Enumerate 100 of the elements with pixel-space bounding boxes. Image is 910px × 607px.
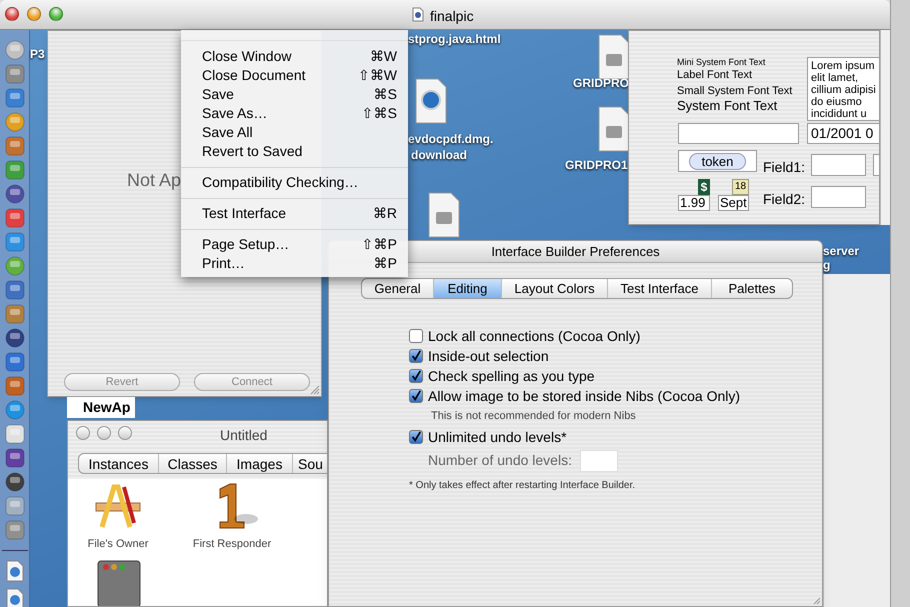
checkbox-label[interactable]: Unlimited undo levels* <box>428 426 567 448</box>
app-icon[interactable] <box>5 88 25 108</box>
checkbox-label[interactable]: Allow image to be stored inside Nibs (Cocoa Only) <box>428 386 740 406</box>
disk-image-icon[interactable] <box>428 192 460 238</box>
menu-item[interactable]: Close Window ⌘W <box>181 47 408 66</box>
menu-item[interactable]: Save As… ⇧⌘S <box>181 104 408 123</box>
keyboard-shortcut: ⇧⌘P <box>362 235 397 254</box>
menu-item[interactable]: Compatibility Checking… <box>181 173 408 192</box>
minimize-button[interactable] <box>27 7 41 21</box>
app-icon[interactable] <box>5 232 25 252</box>
checkbox[interactable] <box>409 329 423 343</box>
app-icon[interactable] <box>5 352 25 372</box>
date-formatter-field[interactable]: Sept <box>718 195 749 211</box>
app-icon[interactable] <box>5 376 25 396</box>
text-field[interactable] <box>678 123 799 144</box>
app-icon[interactable] <box>5 64 25 84</box>
field-label: Field1: <box>763 158 806 177</box>
window-icon[interactable] <box>96 559 142 606</box>
window-title: Untitled <box>220 426 268 445</box>
menu-item[interactable]: Close Document ⇧⌘W <box>181 66 408 85</box>
checkbox-label[interactable]: Lock all connections (Cocoa Only) <box>428 326 640 346</box>
desktop-icon-label[interactable]: download <box>411 146 467 164</box>
hint-text: This is not recommended for modern Nibs <box>430 409 637 424</box>
text-view: Lorem ipsum elit lamet, cillium adipisi do eiusmo incididunt u <box>807 57 879 121</box>
tab[interactable]: Test Interface <box>608 279 712 298</box>
zoom-button[interactable] <box>49 7 63 21</box>
close-button[interactable] <box>5 7 19 21</box>
font-sample-text: Mini System Font Text <box>677 58 766 67</box>
menu-item-label[interactable]: Save <box>202 84 234 105</box>
disk-image-icon[interactable] <box>598 34 630 80</box>
menu-item[interactable]: Print… ⌘P <box>181 254 408 273</box>
menu-item-label[interactable]: Save As… <box>202 103 268 124</box>
app-icon[interactable] <box>5 424 25 444</box>
keyboard-shortcut: ⌘R <box>372 204 397 223</box>
checkbox[interactable] <box>409 389 423 403</box>
currency-badge: $ <box>698 179 710 195</box>
desktop-icon-label[interactable]: GRIDPRO1 <box>565 156 628 174</box>
menu-item-label[interactable]: Test Interface <box>202 203 286 224</box>
tab[interactable]: Editing <box>434 279 502 298</box>
resize-grip-icon[interactable] <box>310 385 320 395</box>
tab[interactable]: Palettes <box>712 279 792 298</box>
document-icon[interactable] <box>415 78 447 124</box>
token[interactable]: token <box>688 152 746 170</box>
checkbox[interactable] <box>409 430 423 444</box>
scroll-bar[interactable] <box>880 30 890 225</box>
tab[interactable]: Layout Colors <box>502 279 608 298</box>
placeholder-text: Not Ap <box>127 169 182 192</box>
date-field[interactable]: 01/2001 0 <box>807 123 879 144</box>
disk-image-icon[interactable] <box>598 106 630 152</box>
menu-item[interactable]: Test Interface ⌘R <box>181 204 408 223</box>
icon-label[interactable]: First Responder <box>192 536 272 552</box>
tab[interactable]: Classes <box>159 454 227 473</box>
app-icon[interactable] <box>5 136 25 156</box>
icon-label[interactable]: File's Owner <box>88 536 148 552</box>
window-title: finalpic <box>430 7 474 26</box>
font-sample-text: System Font Text <box>677 99 778 112</box>
app-icon[interactable] <box>5 160 25 180</box>
menu-item[interactable]: Page Setup… ⇧⌘P <box>181 235 408 254</box>
menu-item-label[interactable]: Close Window <box>202 46 292 67</box>
app-icon[interactable] <box>5 520 25 540</box>
menu-item-label[interactable]: Print… <box>202 253 245 274</box>
app-icon[interactable] <box>5 208 25 228</box>
menu-item[interactable]: Save All <box>181 123 408 142</box>
menu-item-label[interactable]: Revert to Saved <box>202 141 302 162</box>
desktop-icon-label[interactable]: evdocpdf.dmg. <box>408 130 494 148</box>
field-label: Field2: <box>763 190 806 209</box>
checkbox-label[interactable]: Inside-out selection <box>428 346 549 366</box>
number-field[interactable] <box>580 450 618 472</box>
checkbox[interactable] <box>409 349 423 363</box>
desktop-icon-label[interactable]: stprog.java.html <box>408 30 501 48</box>
tab[interactable]: Images <box>227 454 293 473</box>
font-sample-text: Label Font Text <box>677 70 752 81</box>
app-icon[interactable] <box>5 496 25 516</box>
menu-item[interactable]: Revert to Saved <box>181 142 408 161</box>
desktop-icon-label[interactable]: GRIDPRO <box>573 74 630 92</box>
checkbox-label[interactable]: Check spelling as you type <box>428 366 595 386</box>
tab[interactable]: Instances <box>79 454 159 473</box>
keyboard-shortcut: ⇧⌘W <box>358 66 397 85</box>
app-icon[interactable] <box>5 280 25 300</box>
document-icon <box>412 7 424 22</box>
keyboard-shortcut: ⌘S <box>374 85 397 104</box>
document-icon[interactable] <box>6 588 24 607</box>
number-formatter-field[interactable]: 1.99 <box>678 195 710 211</box>
document-icon[interactable] <box>6 560 24 582</box>
field-label: Number of undo levels: <box>428 451 572 470</box>
resize-grip-icon[interactable] <box>813 597 821 605</box>
menu-item-label[interactable]: Page Setup… <box>202 234 290 255</box>
menu-item-label[interactable]: Compatibility Checking… <box>202 172 358 193</box>
app-icon[interactable] <box>5 448 25 468</box>
ruler-pencil-icon[interactable] <box>94 483 142 529</box>
checkbox[interactable] <box>409 369 423 383</box>
name-field[interactable]: NewAp <box>67 397 135 418</box>
menu-item[interactable]: Save ⌘S <box>181 85 408 104</box>
text-field[interactable] <box>811 186 866 208</box>
app-icon[interactable] <box>5 304 25 324</box>
keyboard-shortcut: ⌘W <box>370 47 397 66</box>
text-field[interactable] <box>811 154 866 176</box>
menu-item-label[interactable]: Save All <box>202 122 253 143</box>
token-field[interactable]: token <box>678 150 757 172</box>
menu-item-label[interactable]: Close Document <box>202 65 306 86</box>
